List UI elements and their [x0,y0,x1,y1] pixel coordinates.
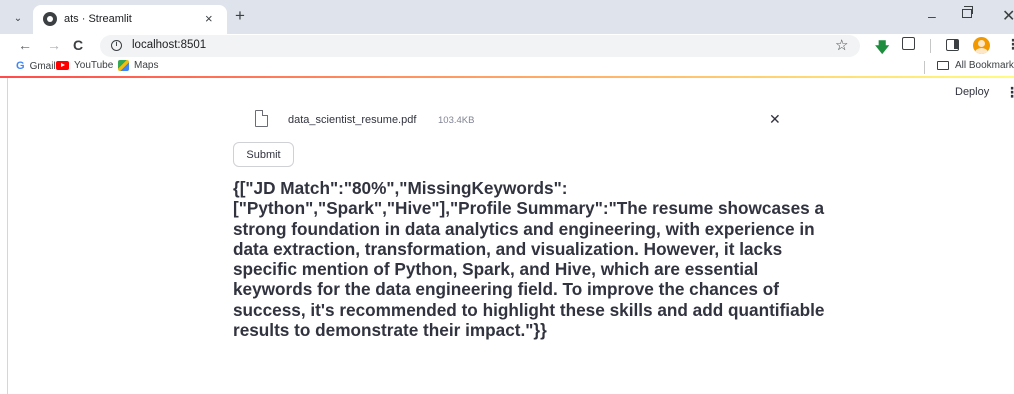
uploaded-file-row: data_scientist_resume.pdf 103.4KB ✕ [250,108,790,132]
browser-toolbar: ← → C i localhost:8501 ☆ 🡇 ⋮ [0,34,1014,58]
close-window-button[interactable]: ✕ [1002,6,1014,26]
uploaded-file-name: data_scientist_resume.pdf [288,114,417,126]
tab-search-chevron-icon[interactable]: ⌄ [9,9,27,27]
restore-button[interactable] [962,6,973,18]
bookmark-label: YouTube [74,60,114,71]
toolbar-divider [930,39,931,53]
url-text[interactable]: localhost:8501 [132,39,206,51]
bookmarks-divider [924,61,925,74]
folder-icon [937,61,949,70]
reload-button[interactable]: C [73,37,83,53]
youtube-icon [56,61,69,70]
bookmark-label: Gmail [29,60,56,72]
browser-menu-icon[interactable]: ⋮ [1006,36,1014,53]
submit-button[interactable]: Submit [233,142,294,167]
new-tab-button[interactable]: + [235,7,245,25]
bookmark-maps[interactable]: Maps [118,60,158,71]
page-left-border [7,78,8,394]
remove-file-button[interactable]: ✕ [769,111,781,128]
app-main-menu-icon[interactable]: ⋮ [1005,84,1014,101]
bookmark-gmail[interactable]: G Gmail [16,60,56,72]
bookmarks-bar: G Gmail YouTube Maps All Bookmarks [0,58,1014,76]
extensions-puzzle-icon[interactable] [902,37,915,50]
minimize-button[interactable]: – [928,8,936,24]
site-info-icon[interactable]: i [111,40,122,51]
streamlit-favicon-icon [43,12,57,26]
address-bar[interactable]: i localhost:8501 ☆ [100,35,860,57]
tab-title: ats · Streamlit [64,13,132,25]
deploy-button[interactable]: Deploy [955,86,989,98]
tab-strip: ⌄ ats · Streamlit × + – ✕ [0,0,1014,34]
ats-response-text: {["JD Match":"80%","MissingKeywords":["P… [233,178,825,341]
maps-icon [118,60,129,71]
all-bookmarks-label: All Bookmarks [955,60,1014,71]
forward-button[interactable]: → [47,37,61,53]
file-icon [255,110,268,127]
bookmark-label: Maps [134,60,159,71]
bookmark-youtube[interactable]: YouTube [56,60,113,71]
streamlit-app: Deploy ⋮ data_scientist_resume.pdf 103.4… [0,78,1014,394]
browser-tab[interactable]: ats · Streamlit × [33,5,227,34]
back-button[interactable]: ← [18,37,32,53]
bookmark-star-icon[interactable]: ☆ [835,36,848,54]
side-panel-icon[interactable] [946,39,959,51]
tab-close-icon[interactable]: × [205,11,213,27]
gmail-icon: G [16,60,25,72]
profile-avatar[interactable] [973,37,990,54]
all-bookmarks-button[interactable]: All Bookmarks [937,60,1014,71]
uploaded-file-size: 103.4KB [438,115,475,126]
